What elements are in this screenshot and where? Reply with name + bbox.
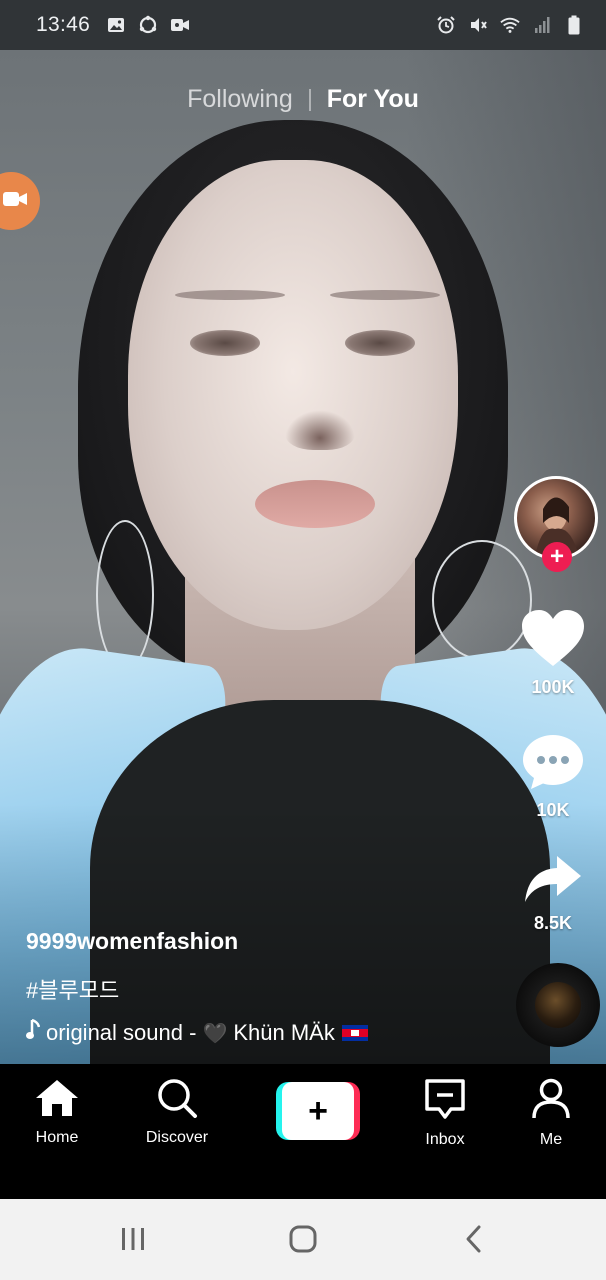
music-disc-button[interactable] (516, 963, 600, 1047)
share-button[interactable]: 8.5K (508, 854, 598, 934)
cambodia-flag-icon (341, 1025, 368, 1041)
plus-icon: + (282, 1082, 354, 1140)
nav-me-label: Me (539, 1131, 563, 1148)
creator-username[interactable]: 9999womenfashion (26, 928, 496, 955)
profile-icon (531, 1078, 571, 1125)
tab-following[interactable]: Following (187, 85, 293, 114)
hashtag-link[interactable]: #블루모드 (26, 973, 496, 1005)
music-disc-icon (535, 982, 581, 1028)
home-icon (34, 1078, 80, 1123)
status-left-icons (106, 15, 190, 35)
status-right-icons (436, 15, 584, 35)
share-icon[interactable] (523, 854, 583, 909)
wifi-icon (500, 15, 520, 35)
nav-home-label: Home (35, 1129, 79, 1146)
nav-me[interactable]: Me (496, 1078, 606, 1149)
sync-icon (138, 15, 158, 35)
alarm-icon (436, 15, 456, 35)
mute-icon (468, 15, 488, 35)
heart-icon[interactable] (520, 608, 586, 673)
comment-icon[interactable] (521, 733, 585, 796)
gallery-icon (106, 15, 126, 35)
sound-author: Khün MÄk (233, 1020, 335, 1045)
nav-home[interactable]: Home (2, 1078, 112, 1147)
create-button[interactable]: + (276, 1082, 360, 1140)
home-system-button[interactable] (283, 1223, 323, 1259)
nav-discover[interactable]: Discover (122, 1078, 232, 1147)
follow-plus-icon[interactable]: + (542, 542, 572, 572)
signal-icon (532, 15, 552, 35)
bottom-nav: Home Discover + Inbox Me (0, 1064, 606, 1199)
feed-tabs: Following For You (0, 85, 606, 114)
live-camera-icon (2, 190, 28, 213)
like-button[interactable]: 100K (508, 608, 598, 698)
recents-button[interactable] (113, 1223, 153, 1259)
recents-icon (119, 1226, 147, 1257)
status-time: 13:46 (36, 13, 91, 36)
status-bar: 13:46 (0, 0, 606, 50)
back-button[interactable] (453, 1223, 493, 1259)
black-heart-emoji: 🖤 (202, 1022, 228, 1045)
inbox-icon (424, 1078, 466, 1125)
video-subject-face (128, 160, 458, 630)
comment-button[interactable]: 10K (508, 733, 598, 821)
sound-prefix: original sound - (46, 1020, 197, 1045)
home-circle-icon (288, 1224, 318, 1259)
music-note-icon (26, 1018, 41, 1047)
tab-divider (308, 88, 311, 111)
video-caption: 9999womenfashion #블루모드 original sound - … (26, 928, 496, 1047)
video-icon (170, 15, 190, 35)
creator-avatar-button[interactable]: + (514, 476, 600, 572)
system-nav-bar (0, 1199, 606, 1280)
like-count: 100K (531, 677, 575, 697)
nav-inbox-label: Inbox (425, 1131, 465, 1148)
share-count: 8.5K (533, 913, 573, 933)
nav-discover-label: Discover (145, 1129, 209, 1146)
nav-inbox[interactable]: Inbox (390, 1078, 500, 1149)
search-icon (156, 1078, 198, 1123)
tab-for-you[interactable]: For You (327, 85, 419, 114)
earring-left (96, 520, 154, 670)
back-icon (463, 1224, 483, 1259)
comment-count: 10K (536, 800, 570, 820)
battery-icon (564, 15, 584, 35)
sound-link[interactable]: original sound - 🖤 Khün MÄk (26, 1018, 496, 1047)
